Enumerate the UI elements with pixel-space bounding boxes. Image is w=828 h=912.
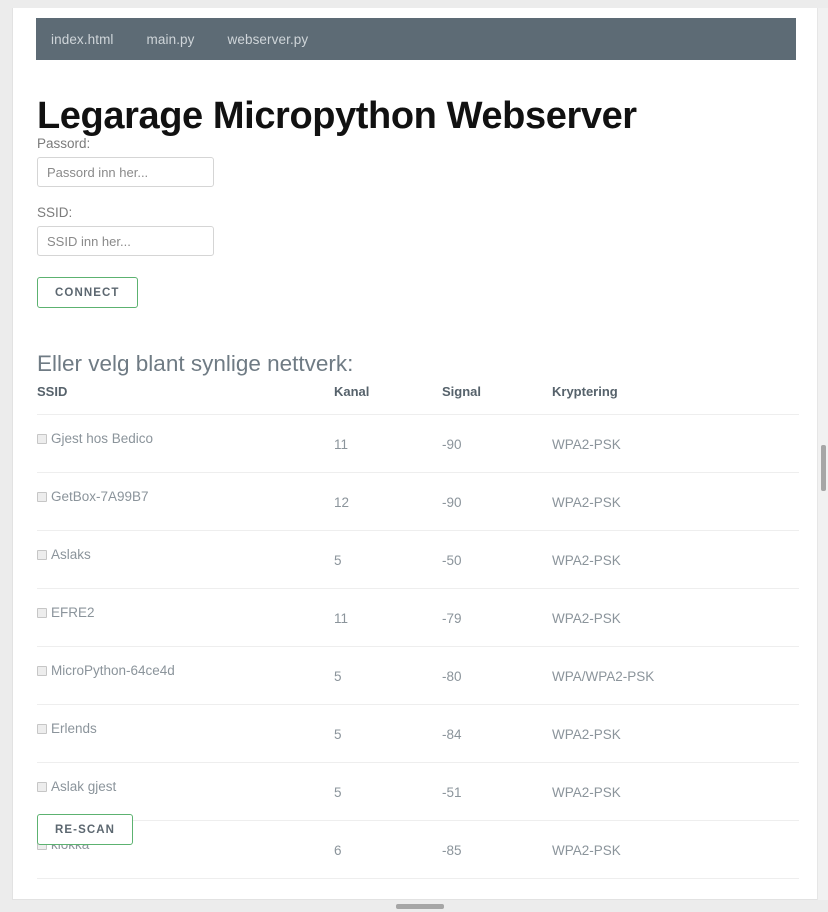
network-ssid-label: Aslak gjest [51,779,117,794]
cell-ssid: Aslak gjest [37,762,334,821]
cell-signal: -51 [442,762,552,821]
networks-table-body: Gjest hos Bedico 11 -90 WPA2-PSK GetBox-7A99… [37,414,799,879]
network-checkbox[interactable] [37,549,47,560]
cell-ssid: GetBox-7A99B7 [37,472,334,531]
ssid-selector[interactable]: EFRE2 [37,605,334,620]
table-row: GetBox-7A99B7 12 -90 WPA2-PSK [37,472,799,531]
cell-kryptering: WPA2-PSK [552,472,799,531]
cell-signal: -79 [442,588,552,647]
cell-signal: -85 [442,820,552,879]
rescan-button[interactable]: RE-SCAN [37,814,134,845]
nav-link-main-py[interactable]: main.py [147,32,195,47]
ssid-label: SSID: [37,205,73,220]
cell-signal: -50 [442,530,552,589]
cell-kanal: 5 [334,530,442,589]
cell-ssid: Erlends [37,704,334,763]
cell-ssid: EFRE2 [37,588,334,647]
ssid-selector[interactable]: Aslaks [37,547,334,562]
ssid-selector[interactable]: Erlends [37,721,334,736]
table-row: EFRE2 11 -79 WPA2-PSK [37,588,799,647]
network-ssid-label: Erlends [51,721,97,736]
horizontal-scrollbar-thumb[interactable] [396,904,444,909]
cell-kryptering: WPA2-PSK [552,530,799,589]
table-row: Aslaks 5 -50 WPA2-PSK [37,530,799,589]
network-checkbox[interactable] [37,433,47,444]
network-ssid-label: GetBox-7A99B7 [51,489,149,504]
cell-ssid: Aslaks [37,530,334,589]
network-checkbox[interactable] [37,723,47,734]
cell-kryptering: WPA/WPA2-PSK [552,646,799,705]
network-checkbox[interactable] [37,607,47,618]
network-ssid-label: Aslaks [51,547,91,562]
table-row: MicroPython-64ce4d 5 -80 WPA/WPA2-PSK [37,646,799,705]
nav-link-index-html[interactable]: index.html [51,32,114,47]
networks-heading: Eller velg blant synlige nettverk: [37,350,354,376]
cell-kryptering: WPA2-PSK [552,820,799,879]
cell-signal: -90 [442,414,552,473]
network-ssid-label: EFRE2 [51,605,95,620]
cell-signal: -90 [442,472,552,531]
page-title: Legarage Micropython Webserver [37,95,637,138]
password-input[interactable] [37,157,214,187]
wifi-connect-form: Passord: SSID: CONNECT [37,136,457,308]
vertical-scrollbar-thumb[interactable] [821,445,826,491]
cell-kryptering: WPA2-PSK [552,414,799,473]
cell-ssid: MicroPython-64ce4d [37,646,334,705]
column-header-signal: Signal [442,384,552,415]
table-row: Aslak gjest 5 -51 WPA2-PSK [37,762,799,821]
cell-kanal: 6 [334,820,442,879]
column-header-kryptering: Kryptering [552,384,799,415]
networks-table: SSID Kanal Signal Kryptering Gjest hos B… [37,384,799,879]
ssid-selector[interactable]: Aslak gjest [37,779,334,794]
cell-kryptering: WPA2-PSK [552,762,799,821]
ssid-input[interactable] [37,226,214,256]
table-row: Gjest hos Bedico 11 -90 WPA2-PSK [37,414,799,473]
network-ssid-label: Gjest hos Bedico [51,431,154,446]
vertical-scrollbar[interactable] [817,8,828,900]
page-canvas: index.html main.py webserver.py Legarage… [12,8,818,900]
ssid-selector[interactable]: MicroPython-64ce4d [37,663,334,678]
cell-ssid: Gjest hos Bedico [37,414,334,473]
network-checkbox[interactable] [37,781,47,792]
cell-kanal: 11 [334,588,442,647]
horizontal-scrollbar[interactable] [0,900,828,912]
network-checkbox[interactable] [37,491,47,502]
browser-viewport: index.html main.py webserver.py Legarage… [0,0,828,912]
ssid-selector[interactable]: Gjest hos Bedico [37,431,334,446]
password-label: Passord: [37,136,91,151]
network-ssid-label: MicroPython-64ce4d [51,663,175,678]
rescan-area: RE-SCAN [37,814,134,845]
network-checkbox[interactable] [37,665,47,676]
cell-kanal: 5 [334,762,442,821]
cell-signal: -84 [442,704,552,763]
cell-kryptering: WPA2-PSK [552,588,799,647]
connect-button[interactable]: CONNECT [37,277,138,308]
cell-signal: -80 [442,646,552,705]
cell-kryptering: WPA2-PSK [552,704,799,763]
table-row: Erlends 5 -84 WPA2-PSK [37,704,799,763]
cell-kanal: 5 [334,646,442,705]
cell-kanal: 11 [334,414,442,473]
column-header-ssid: SSID [37,384,334,415]
table-row: klokka6-85WPA2-PSK [37,820,799,879]
cell-kanal: 5 [334,704,442,763]
cell-kanal: 12 [334,472,442,531]
top-navbar: index.html main.py webserver.py [36,18,796,60]
table-header-row: SSID Kanal Signal Kryptering [37,384,799,415]
column-header-kanal: Kanal [334,384,442,415]
nav-link-webserver-py[interactable]: webserver.py [228,32,309,47]
ssid-selector[interactable]: GetBox-7A99B7 [37,489,334,504]
